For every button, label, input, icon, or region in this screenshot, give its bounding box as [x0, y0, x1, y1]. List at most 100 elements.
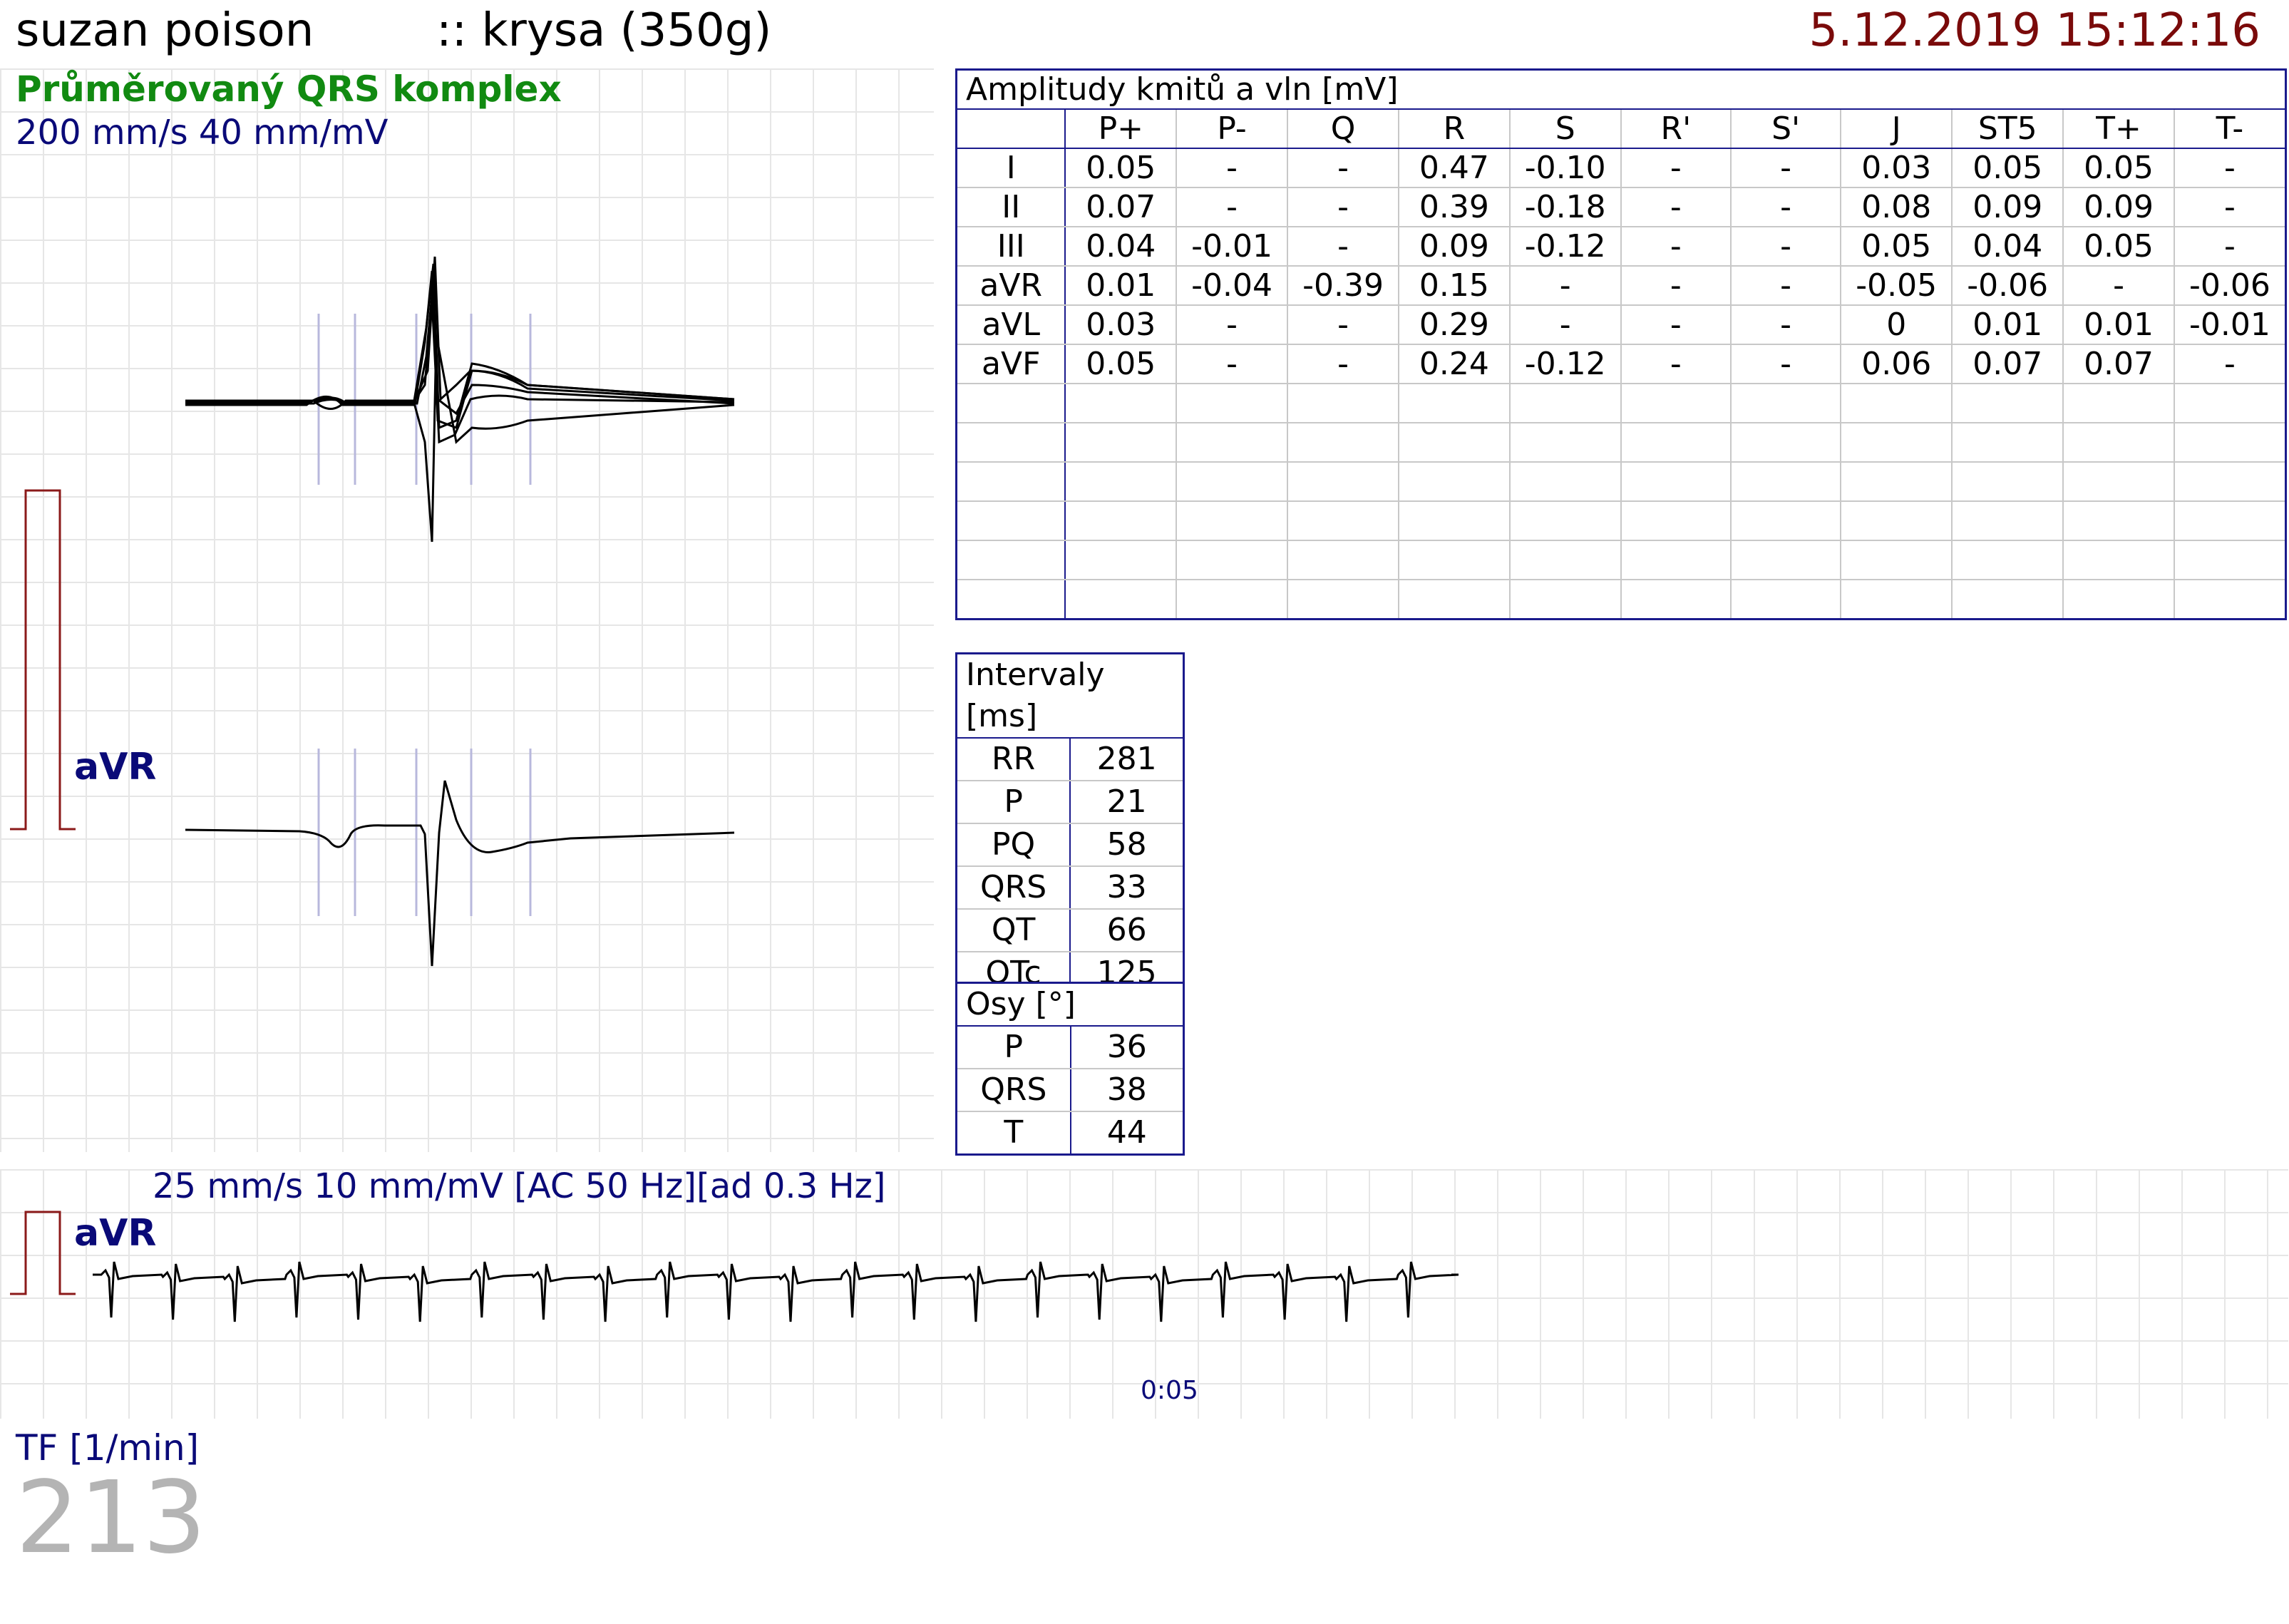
table-cell: 66 [1069, 908, 1185, 952]
table-cell [1729, 461, 1842, 502]
table-cell: 0.05 [1064, 344, 1178, 384]
table-cell: 36 [1069, 1025, 1185, 1069]
table-cell: - [1620, 226, 1732, 267]
table-cell: - [2173, 344, 2287, 384]
axes-table: Osy [°] P 36 QRS 38 T 44 [955, 982, 1185, 1156]
table-cell: - [2173, 187, 2287, 227]
table-cell: P [955, 780, 1071, 824]
table-cell: T [955, 1111, 1071, 1156]
table-cell: 0.39 [1398, 187, 1511, 227]
table-cell [2173, 383, 2287, 423]
column-header: P+ [1064, 108, 1178, 149]
table-cell: 0.04 [1951, 226, 2064, 267]
table-cell [1176, 579, 1289, 620]
table-cell: 0.05 [2062, 148, 2175, 188]
table-cell: - [1729, 304, 1842, 345]
table-cell [1287, 579, 1400, 620]
table-row-empty [955, 579, 2287, 620]
table-cell [1176, 500, 1289, 541]
table-cell: 0.03 [1064, 304, 1178, 345]
table-cell: 0.05 [2062, 226, 2175, 267]
table-cell [1620, 383, 1732, 423]
table-cell: 0.05 [1064, 148, 1178, 188]
table-cell: PQ [955, 823, 1071, 867]
table-cell [1508, 422, 1622, 463]
table-cell: 21 [1069, 780, 1185, 824]
table-cell [1064, 422, 1178, 463]
intervals-caption: Intervaly [ms] [955, 652, 1185, 739]
table-cell [1951, 500, 2064, 541]
table-row: RR 281 [955, 737, 1185, 781]
table-cell: aVL [955, 304, 1066, 345]
averaged-lead-label: aVR [74, 746, 157, 788]
table-cell [1287, 461, 1400, 502]
table-cell: - [1620, 304, 1732, 345]
intervals-body: RR 281 P 21 PQ 58 QRS 33 QT 66 QTc 125 [955, 737, 1185, 996]
table-cell: - [1287, 304, 1400, 345]
table-cell [1287, 540, 1400, 580]
table-cell [1398, 500, 1511, 541]
table-cell [1064, 383, 1178, 423]
averaged-traces-svg [10, 256, 735, 967]
table-cell: -0.10 [1508, 148, 1622, 188]
table-cell [1064, 461, 1178, 502]
table-cell: RR [955, 737, 1071, 781]
table-cell: 0.24 [1398, 344, 1511, 384]
table-cell: - [1287, 226, 1400, 267]
table-cell: 0.15 [1398, 265, 1511, 306]
column-header: R [1398, 108, 1511, 149]
table-cell: 0.05 [1840, 226, 1953, 267]
table-cell [1398, 383, 1511, 423]
table-row: II 0.07- -0.39 -0.18- -0.08 0.09 0.09- [955, 187, 2287, 227]
table-cell [955, 383, 1066, 423]
amplitudes-table: Amplitudy kmitů a vln [mV] P+ P- Q R S R… [955, 68, 2287, 620]
table-cell [2062, 422, 2175, 463]
table-cell [1729, 579, 1842, 620]
table-cell: 0.01 [1951, 304, 2064, 345]
trace-lead-III [185, 299, 735, 444]
table-cell: P [955, 1025, 1071, 1069]
table-row: III 0.04 -0.01-0.09 -0.12- -0.05 0.04 0.05- [955, 226, 2287, 267]
table-cell [1620, 461, 1732, 502]
table-cell [1508, 579, 1622, 620]
table-cell [1176, 383, 1289, 423]
table-cell: - [1176, 344, 1289, 384]
table-cell [1398, 540, 1511, 580]
column-header: P- [1176, 108, 1289, 149]
superimposed-qrs-traces [185, 256, 735, 543]
table-cell [1508, 383, 1622, 423]
rhythm-lead-label: aVR [74, 1212, 157, 1255]
table-cell: - [1287, 148, 1400, 188]
table-cell: - [1287, 344, 1400, 384]
table-cell [1287, 422, 1400, 463]
table-cell: - [1620, 265, 1732, 306]
table-row: PQ 58 [955, 823, 1185, 867]
table-row: QRS 33 [955, 865, 1185, 910]
table-cell [1951, 422, 2064, 463]
table-row-empty [955, 461, 2287, 502]
table-cell: - [1508, 265, 1622, 306]
table-cell: -0.06 [1951, 265, 2064, 306]
table-row: aVF 0.05- -0.24 -0.12- -0.06 0.07 0.07- [955, 344, 2287, 384]
table-row-empty [955, 500, 2287, 541]
table-cell [955, 500, 1066, 541]
table-cell: - [1176, 148, 1289, 188]
table-cell [1398, 579, 1511, 620]
table-row: QRS 38 [955, 1068, 1185, 1112]
column-header: J [1840, 108, 1953, 149]
table-cell: 0.09 [1398, 226, 1511, 267]
time-marker: 0:05 [1141, 1376, 1198, 1405]
trace-lead-I [185, 256, 735, 405]
table-cell [1064, 500, 1178, 541]
calibration-pulse-2 [10, 1211, 76, 1295]
table-cell: 0.01 [2062, 304, 2175, 345]
table-cell: -0.06 [2173, 265, 2287, 306]
table-row: QT 66 [955, 908, 1185, 952]
amplitudes-body: I 0.05- -0.47 -0.10- -0.03 0.05 0.05- II 0.07- -0… [955, 148, 2287, 620]
table-cell: - [2173, 226, 2287, 267]
table-cell [1398, 422, 1511, 463]
table-cell: 0.06 [1840, 344, 1953, 384]
table-cell: - [1620, 187, 1732, 227]
table-cell: 0.47 [1398, 148, 1511, 188]
table-cell: - [1287, 187, 1400, 227]
